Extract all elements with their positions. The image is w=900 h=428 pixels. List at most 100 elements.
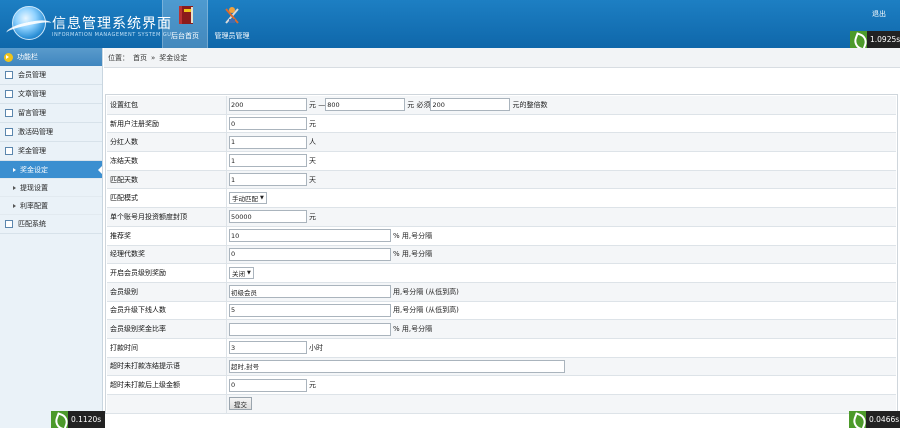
logo: 信息管理系统界面 INFORMATION MANAGEMENT SYSTEM G…: [5, 4, 173, 44]
field-unit: % 用,号分隔: [393, 325, 433, 334]
app-title: 信息管理系统界面: [52, 16, 172, 32]
caret-right-icon: [13, 203, 16, 208]
sidebar-item-matching[interactable]: 匹配系统: [0, 215, 102, 234]
red-packet-max-input[interactable]: [325, 98, 406, 112]
sidebar-subitem-withdraw-settings[interactable]: 提现设置: [0, 179, 102, 197]
footer-timer-value: 0.0466s: [869, 415, 900, 424]
sidebar-item-label: 奖金管理: [18, 147, 46, 155]
sidebar-item-label: 文章管理: [18, 90, 46, 98]
sidebar-item-bonus[interactable]: 奖金管理: [0, 142, 102, 161]
timeout-upline-amount-input[interactable]: [229, 378, 307, 392]
level-bonus-rate-input[interactable]: [229, 322, 391, 336]
nav-home-label: 后台首页: [171, 32, 199, 40]
field-unit: 元: [309, 119, 316, 128]
field-unit: 元 —: [309, 100, 326, 109]
breadcrumb-home[interactable]: 首页: [133, 53, 147, 63]
field-unit: 用,号分隔 (从低到高): [393, 306, 459, 315]
field-label: 会员级别奖金比率: [107, 320, 227, 338]
nav-admin[interactable]: 管理员管理: [209, 0, 255, 48]
form-row-match-days: 匹配天数 天: [107, 170, 896, 190]
field-label: 设置红包: [107, 96, 227, 114]
breadcrumb-current: 奖金设定: [159, 53, 188, 62]
member-levels-input[interactable]: [229, 285, 391, 299]
field-unit: 元 必须: [407, 100, 431, 109]
level-reward-select[interactable]: 关闭 ▼: [229, 267, 254, 280]
arrow-circle-icon: [4, 52, 13, 62]
field-label: 打款时间: [107, 338, 227, 357]
field-unit: 天: [309, 156, 316, 165]
edit-icon: [5, 109, 13, 117]
sidebar-item-label: 留言管理: [18, 109, 46, 117]
breadcrumb: 位置： 首页 » 奖金设定: [104, 48, 900, 68]
register-bonus-input[interactable]: [229, 117, 307, 131]
form-row-match-mode: 匹配模式 手动匹配 ▼: [107, 189, 896, 209]
app-subtitle: INFORMATION MANAGEMENT SYSTEM GUI: [52, 32, 174, 38]
sidebar-subitem-label: 利率配置: [20, 201, 48, 210]
field-unit: 元的整倍数: [512, 100, 548, 109]
nav-admin-label: 管理员管理: [214, 32, 250, 40]
referral-bonus-input[interactable]: [229, 229, 391, 243]
sidebar-item-messages[interactable]: 留言管理: [0, 104, 102, 123]
dividend-count-input[interactable]: [229, 135, 307, 149]
match-days-input[interactable]: [229, 173, 307, 187]
top-header: 信息管理系统界面 INFORMATION MANAGEMENT SYSTEM G…: [0, 0, 900, 48]
timeout-message-input[interactable]: [229, 359, 565, 373]
select-value: 手动匹配: [232, 195, 258, 204]
field-label-empty: [107, 395, 227, 413]
chevron-down-icon: ▼: [260, 195, 264, 202]
sidebar-subitem-interest-config[interactable]: 利率配置: [0, 197, 102, 215]
sidebar-item-members[interactable]: 会员管理: [0, 66, 102, 85]
field-label: 单个账号月投资额度封顶: [107, 208, 227, 226]
sidebar-item-articles[interactable]: 文章管理: [0, 85, 102, 104]
nav-home[interactable]: 后台首页: [162, 0, 208, 48]
field-label: 超时未打款冻结提示语: [107, 357, 227, 376]
submit-button[interactable]: 提交: [229, 397, 252, 411]
leaf-icon: [849, 411, 866, 428]
field-label: 会员级别: [107, 282, 227, 301]
form-row-member-levels: 会员级别 用,号分隔 (从低到高): [107, 282, 896, 302]
caret-right-icon: [13, 167, 16, 172]
leaf-icon: [51, 411, 68, 428]
header-timer: 1.0925s: [850, 31, 900, 48]
sidebar-header: 功能栏: [0, 48, 102, 66]
field-unit: 天: [309, 175, 316, 184]
red-packet-multiple-input[interactable]: [430, 98, 511, 112]
field-label: 匹配天数: [107, 170, 227, 189]
select-value: 关闭: [232, 270, 245, 279]
field-label: 会员升级下线人数: [107, 301, 227, 320]
field-label: 匹配模式: [107, 189, 227, 208]
payment-time-input[interactable]: [229, 341, 307, 355]
tools-icon: [225, 7, 239, 24]
upgrade-count-input[interactable]: [229, 303, 391, 317]
field-label: 推荐奖: [107, 226, 227, 245]
logout-link[interactable]: 退出: [872, 9, 886, 19]
footer-timer: 0.0466s: [849, 411, 900, 428]
field-label: 经理代数奖: [107, 245, 227, 264]
form-row-timeout-message: 超时未打款冻结提示语: [107, 357, 896, 377]
sidebar-subitem-bonus-settings[interactable]: 奖金设定: [0, 161, 102, 179]
sidebar-item-label: 匹配系统: [18, 220, 46, 228]
sidebar-item-activation-codes[interactable]: 激活码管理: [0, 123, 102, 142]
field-unit: 人: [309, 138, 316, 147]
form-row-upgrade-count: 会员升级下线人数 用,号分隔 (从低到高): [107, 301, 896, 321]
monthly-cap-input[interactable]: [229, 210, 307, 224]
freeze-days-input[interactable]: [229, 154, 307, 168]
book-icon: [179, 6, 193, 24]
form-row-red-packet: 设置红包 元 — 元 必须 元的整倍数: [107, 96, 896, 115]
field-unit: 元: [309, 212, 316, 221]
red-packet-min-input[interactable]: [229, 98, 307, 112]
sidebar-timer-value: 0.1120s: [71, 415, 102, 424]
field-unit: % 用,号分隔: [393, 231, 433, 240]
manager-bonus-input[interactable]: [229, 247, 391, 261]
field-unit: 元: [309, 381, 316, 390]
caret-right-icon: [13, 185, 16, 190]
breadcrumb-prefix: 位置：: [108, 53, 129, 62]
match-mode-select[interactable]: 手动匹配 ▼: [229, 192, 267, 205]
sidebar-header-label: 功能栏: [17, 53, 38, 61]
sidebar-item-label: 会员管理: [18, 71, 46, 79]
form-row-register-bonus: 新用户注册奖励 元: [107, 114, 896, 134]
sidebar: 功能栏 会员管理 文章管理 留言管理 激活码管理 奖金管理 奖金设定 提现设置 …: [0, 48, 103, 428]
field-unit: % 用,号分隔: [393, 250, 433, 259]
form-row-payment-time: 打款时间 小时: [107, 338, 896, 358]
form-row-level-bonus-rate: 会员级别奖金比率 % 用,号分隔: [107, 320, 896, 339]
